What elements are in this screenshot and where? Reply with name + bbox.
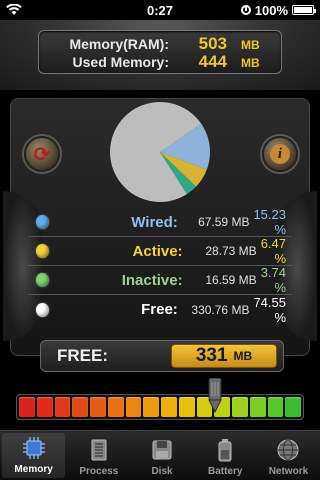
rotation-lock-icon xyxy=(240,5,251,15)
memory-used-row: Used Memory: 444 MB xyxy=(49,52,271,71)
stat-label: Inactive: xyxy=(121,271,183,289)
stat-row-free: Free: 330.76 MB 74.55 % xyxy=(28,294,292,325)
memory-stats-list: Wired: 67.59 MB 15.23 % Active: 28.73 MB 6.47… xyxy=(28,207,292,325)
stat-percent: 74.55 % xyxy=(253,294,286,325)
stat-row-inactive: Inactive: 16.59 MB 3.74 % xyxy=(28,265,292,295)
gauge-segment xyxy=(232,397,248,417)
tab-battery-label: Battery xyxy=(207,466,243,477)
free-label: FREE: xyxy=(57,346,108,365)
gauge-segment xyxy=(107,397,124,417)
stat-label: Free: xyxy=(141,301,178,318)
disk-icon xyxy=(149,437,175,463)
gauge-segment xyxy=(36,397,53,417)
stat-mb: 28.73 MB xyxy=(205,244,257,258)
memory-used-label: Used Memory: xyxy=(72,54,169,70)
stat-mb: 330.76 MB xyxy=(191,302,250,317)
stat-mb: 16.59 MB xyxy=(205,273,257,287)
gauge-segment xyxy=(161,397,177,417)
info-icon: i xyxy=(270,144,290,164)
gauge-segment xyxy=(143,397,159,417)
tab-disk[interactable]: Disk xyxy=(130,431,193,480)
wifi-icon xyxy=(6,4,22,15)
battery-tab-icon xyxy=(212,437,238,463)
refresh-icon: ⟳ xyxy=(33,143,51,166)
stat-row-wired: Wired: 67.59 MB 15.23 % xyxy=(28,207,292,237)
document-list-icon xyxy=(86,437,112,463)
chip-icon xyxy=(21,435,47,461)
status-dot-icon xyxy=(36,273,50,287)
header-area: Memory(RAM): 503 MB Used Memory: 444 MB xyxy=(0,20,320,90)
memory-total-value: 503 xyxy=(198,34,227,53)
stat-row-active: Active: 28.73 MB 6.47 % xyxy=(28,236,292,266)
pie-svg xyxy=(110,102,210,202)
free-value: 331 xyxy=(195,345,228,366)
memory-gauge xyxy=(16,394,304,420)
refresh-button[interactable]: ⟳ xyxy=(24,136,60,172)
battery-percent: 100% xyxy=(254,2,288,18)
gauge-segment xyxy=(54,397,71,417)
gauge-segment xyxy=(267,397,284,417)
stat-label: Active: xyxy=(132,242,183,260)
memory-used-unit: MB xyxy=(241,56,260,70)
memory-total-row: Memory(RAM): 503 MB xyxy=(49,34,271,53)
tab-battery[interactable]: Battery xyxy=(194,431,257,480)
status-left xyxy=(6,4,22,16)
memory-total-unit: MB xyxy=(241,38,260,52)
tab-network[interactable]: Network xyxy=(257,431,320,480)
tab-process[interactable]: Process xyxy=(67,431,130,480)
status-dot-icon xyxy=(36,244,50,258)
battery-icon xyxy=(292,5,316,15)
memory-summary: Memory(RAM): 503 MB Used Memory: 444 MB xyxy=(38,30,282,74)
stat-percent: 6.47 % xyxy=(260,236,286,266)
tab-network-label: Network xyxy=(268,466,309,477)
gauge-marker-icon xyxy=(207,378,222,414)
tab-memory[interactable]: Memory xyxy=(2,433,66,478)
stat-label: Wired: xyxy=(131,213,178,231)
status-right: 100% xyxy=(240,2,316,18)
memory-pie-chart xyxy=(108,100,212,204)
info-button[interactable]: i xyxy=(262,136,298,172)
gauge-segment xyxy=(178,397,195,417)
free-value-box: 331 MB xyxy=(171,344,277,368)
status-bar: 0:27 100% xyxy=(0,0,320,20)
gauge-segment xyxy=(90,397,106,417)
stat-mb: 67.59 MB xyxy=(198,215,250,229)
tab-disk-label: Disk xyxy=(151,466,173,477)
gauge-segment xyxy=(72,397,88,417)
gauge-segment xyxy=(19,397,35,417)
gauge-segment xyxy=(249,397,266,417)
memory-used-value: 444 xyxy=(198,52,227,71)
free-memory-bar: FREE: 331 MB xyxy=(40,340,284,372)
gauge-segment xyxy=(285,397,301,417)
free-unit: MB xyxy=(233,349,253,363)
tab-bar: Memory Process Disk Battery Network xyxy=(0,430,320,480)
memory-total-label: Memory(RAM): xyxy=(69,36,169,52)
status-dot-icon xyxy=(36,302,49,317)
status-dot-icon xyxy=(36,215,49,229)
tab-process-label: Process xyxy=(79,466,119,477)
tab-memory-label: Memory xyxy=(14,464,53,475)
gauge-segment xyxy=(125,397,142,417)
globe-icon xyxy=(275,437,301,463)
stat-percent: 3.74 % xyxy=(260,265,286,295)
stat-percent: 15.23 % xyxy=(253,207,286,237)
